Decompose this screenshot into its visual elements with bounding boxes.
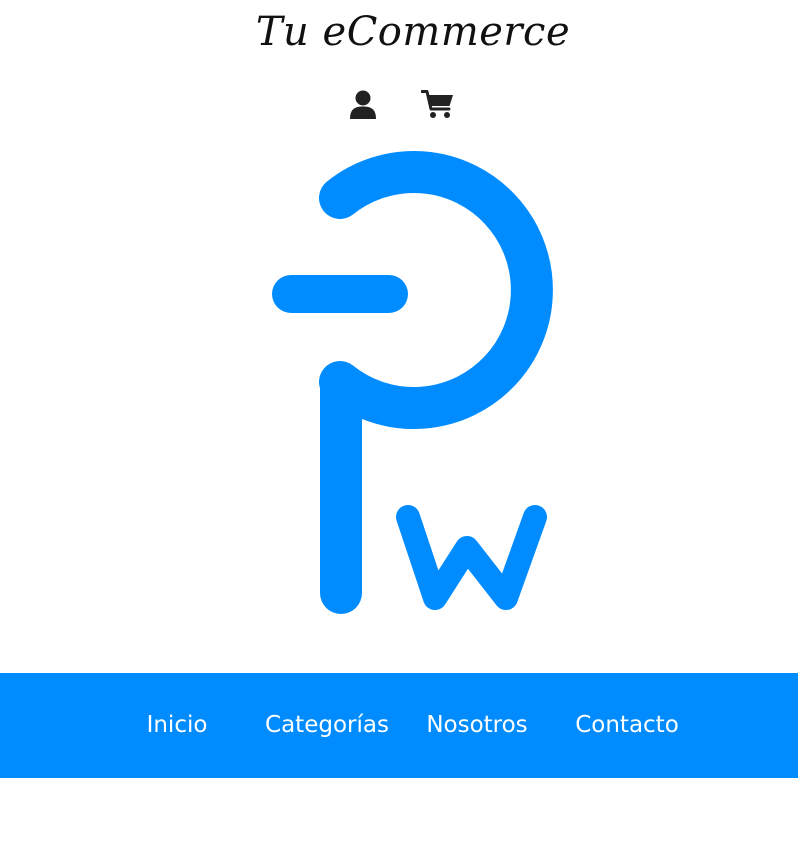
nav-item-inicio[interactable]: Inicio [102, 673, 252, 778]
pw-logo [260, 150, 560, 625]
nav-item-contacto[interactable]: Contacto [552, 673, 702, 778]
main-nav: Inicio Categorías Nosotros Contacto [0, 673, 798, 778]
site-title[interactable]: Tu eCommerce [0, 2, 798, 62]
header-icons [0, 84, 798, 124]
nav-item-categorias[interactable]: Categorías [252, 673, 402, 778]
cart-icon[interactable] [418, 84, 458, 124]
nav-item-nosotros[interactable]: Nosotros [402, 673, 552, 778]
user-icon[interactable] [343, 84, 383, 124]
